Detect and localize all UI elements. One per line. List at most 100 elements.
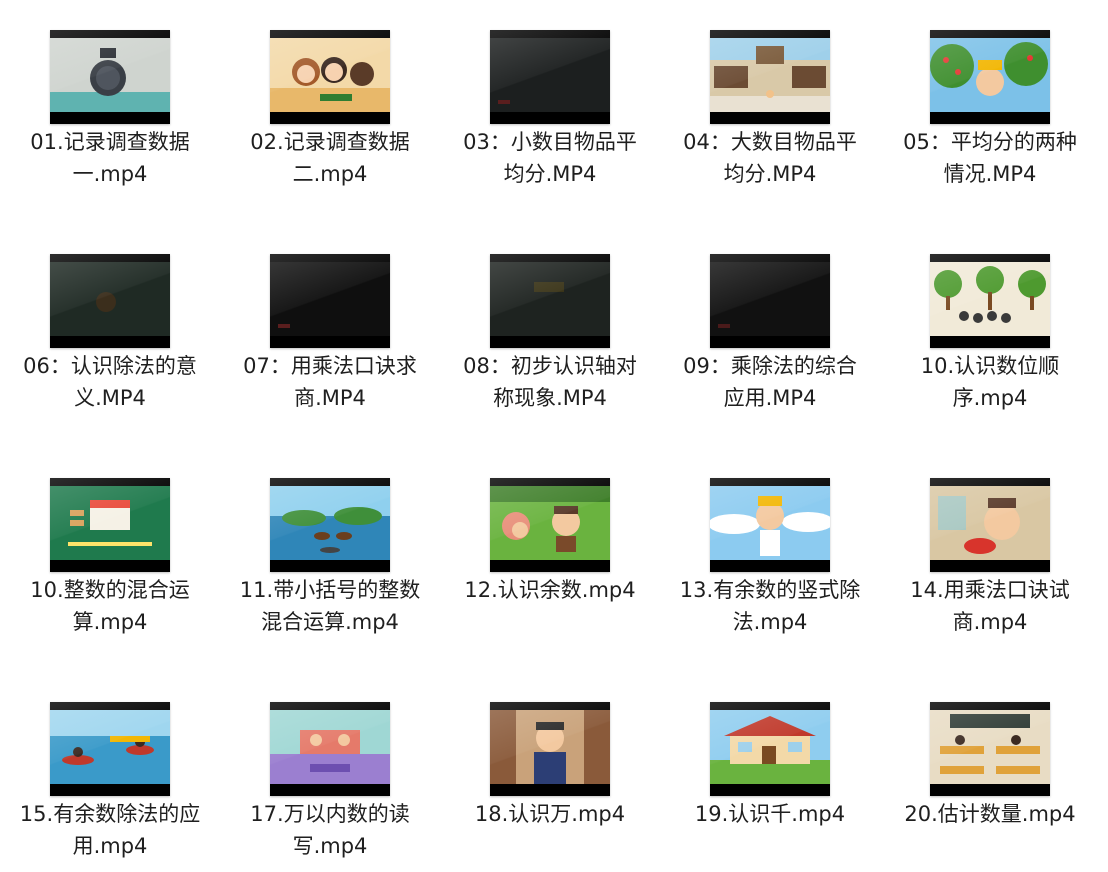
file-name-line: 写.mp4 — [292, 834, 368, 858]
file-item[interactable]: 02.记录调查数据 二.mp4 — [220, 0, 440, 200]
file-name[interactable]: 05：平均分的两种 情况.MP4 — [880, 126, 1100, 190]
file-name[interactable]: 20.估计数量.mp4 — [880, 798, 1100, 830]
file-name[interactable]: 17.万以内数的读 写.mp4 — [220, 798, 440, 862]
file-grid: 01.记录调查数据 一.mp4 02.记录调查数据 二.mp4 03：小数目物品… — [0, 0, 1108, 870]
video-thumbnail[interactable] — [50, 30, 170, 124]
file-name-line: 19.认识千.mp4 — [694, 802, 846, 826]
file-item[interactable]: 04：大数目物品平 均分.MP4 — [660, 0, 880, 200]
file-name-line: 义.MP4 — [74, 386, 146, 410]
scene-classroom — [930, 710, 1050, 784]
file-item[interactable]: 03：小数目物品平 均分.MP4 — [440, 0, 660, 200]
video-thumbnail[interactable] — [930, 702, 1050, 796]
file-name-line: 11.带小括号的整数 — [239, 578, 421, 602]
file-item[interactable]: 13.有余数的竖式除 法.mp4 — [660, 448, 880, 648]
scene-dark — [270, 262, 390, 336]
scene-kids — [270, 38, 390, 112]
file-name-line: 03：小数目物品平 — [463, 130, 637, 154]
video-thumbnail[interactable] — [50, 702, 170, 796]
file-item[interactable]: 07：用乘法口诀求 商.MP4 — [220, 224, 440, 424]
video-thumbnail[interactable] — [270, 30, 390, 124]
file-name[interactable]: 15.有余数除法的应 用.mp4 — [0, 798, 220, 862]
file-name[interactable]: 06：认识除法的意 义.MP4 — [0, 350, 220, 414]
file-name-line: 14.用乘法口诀试 — [910, 578, 1070, 602]
file-name[interactable]: 14.用乘法口诀试 商.mp4 — [880, 574, 1100, 638]
video-thumbnail[interactable] — [930, 478, 1050, 572]
video-thumbnail[interactable] — [930, 254, 1050, 348]
file-name[interactable]: 13.有余数的竖式除 法.mp4 — [660, 574, 880, 638]
scene-room — [270, 710, 390, 784]
file-name[interactable]: 19.认识千.mp4 — [660, 798, 880, 830]
video-thumbnail[interactable] — [50, 478, 170, 572]
file-item[interactable]: 09：乘除法的综合 应用.MP4 — [660, 224, 880, 424]
file-name-line: 商.mp4 — [952, 610, 1028, 634]
file-name[interactable]: 02.记录调查数据 二.mp4 — [220, 126, 440, 190]
file-name-line: 07：用乘法口诀求 — [243, 354, 417, 378]
video-thumbnail[interactable] — [270, 702, 390, 796]
scene-house — [710, 710, 830, 784]
file-name-line: 12.认识余数.mp4 — [464, 578, 636, 602]
scene-dark — [710, 262, 830, 336]
video-thumbnail[interactable] — [710, 254, 830, 348]
scene-indoor — [930, 486, 1050, 560]
file-item[interactable]: 19.认识千.mp4 — [660, 672, 880, 872]
scene-boats — [50, 710, 170, 784]
file-item[interactable]: 11.带小括号的整数 混合运算.mp4 — [220, 448, 440, 648]
file-name-line: 二.mp4 — [292, 162, 368, 186]
file-name-line: 均分.MP4 — [723, 162, 817, 186]
file-name[interactable]: 08：初步认识轴对 称现象.MP4 — [440, 350, 660, 414]
file-name-line: 09：乘除法的综合 — [683, 354, 857, 378]
file-name-line: 应用.MP4 — [723, 386, 817, 410]
file-name[interactable]: 12.认识余数.mp4 — [440, 574, 660, 606]
file-item[interactable]: 12.认识余数.mp4 — [440, 448, 660, 648]
file-item[interactable]: 01.记录调查数据 一.mp4 — [0, 0, 220, 200]
file-name-line: 法.mp4 — [732, 610, 808, 634]
file-item[interactable]: 10.整数的混合运 算.mp4 — [0, 448, 220, 648]
video-thumbnail[interactable] — [50, 254, 170, 348]
file-name-line: 算.mp4 — [72, 610, 148, 634]
video-thumbnail[interactable] — [490, 478, 610, 572]
file-item[interactable]: 05：平均分的两种 情况.MP4 — [880, 0, 1100, 200]
video-thumbnail[interactable] — [490, 702, 610, 796]
video-thumbnail[interactable] — [270, 254, 390, 348]
file-item[interactable]: 18.认识万.mp4 — [440, 672, 660, 872]
file-name-line: 05：平均分的两种 — [903, 130, 1077, 154]
file-name-line: 02.记录调查数据 — [250, 130, 410, 154]
file-name-line: 20.估计数量.mp4 — [904, 802, 1076, 826]
file-item[interactable]: 15.有余数除法的应 用.mp4 — [0, 672, 220, 872]
file-item[interactable]: 06：认识除法的意 义.MP4 — [0, 224, 220, 424]
file-item[interactable]: 14.用乘法口诀试 商.mp4 — [880, 448, 1100, 648]
video-thumbnail[interactable] — [490, 30, 610, 124]
file-name[interactable]: 09：乘除法的综合 应用.MP4 — [660, 350, 880, 414]
video-thumbnail[interactable] — [490, 254, 610, 348]
scene-greenstore — [50, 486, 170, 560]
file-name[interactable]: 07：用乘法口诀求 商.MP4 — [220, 350, 440, 414]
file-name-line: 10.整数的混合运 — [30, 578, 190, 602]
video-thumbnail[interactable] — [710, 702, 830, 796]
file-name[interactable]: 18.认识万.mp4 — [440, 798, 660, 830]
file-name-line: 称现象.MP4 — [493, 386, 607, 410]
file-item[interactable]: 08：初步认识轴对 称现象.MP4 — [440, 224, 660, 424]
video-thumbnail[interactable] — [270, 478, 390, 572]
scene-dark — [490, 262, 610, 336]
video-thumbnail[interactable] — [710, 30, 830, 124]
file-name[interactable]: 11.带小括号的整数 混合运算.mp4 — [220, 574, 440, 638]
video-thumbnail[interactable] — [710, 478, 830, 572]
file-name-line: 04：大数目物品平 — [683, 130, 857, 154]
file-item[interactable]: 20.估计数量.mp4 — [880, 672, 1100, 872]
file-name-line: 序.mp4 — [952, 386, 1028, 410]
file-name[interactable]: 10.认识数位顺 序.mp4 — [880, 350, 1100, 414]
file-name-line: 一.mp4 — [72, 162, 148, 186]
file-name[interactable]: 03：小数目物品平 均分.MP4 — [440, 126, 660, 190]
file-name-line: 06：认识除法的意 — [23, 354, 197, 378]
file-name-line: 18.认识万.mp4 — [474, 802, 626, 826]
file-name[interactable]: 10.整数的混合运 算.mp4 — [0, 574, 220, 638]
file-name-line: 均分.MP4 — [503, 162, 597, 186]
scene-lake — [270, 486, 390, 560]
file-name-line: 10.认识数位顺 — [920, 354, 1060, 378]
file-item[interactable]: 17.万以内数的读 写.mp4 — [220, 672, 440, 872]
file-name[interactable]: 01.记录调查数据 一.mp4 — [0, 126, 220, 190]
file-item[interactable]: 10.认识数位顺 序.mp4 — [880, 224, 1100, 424]
video-thumbnail[interactable] — [930, 30, 1050, 124]
file-name[interactable]: 04：大数目物品平 均分.MP4 — [660, 126, 880, 190]
scene-trees — [930, 262, 1050, 336]
